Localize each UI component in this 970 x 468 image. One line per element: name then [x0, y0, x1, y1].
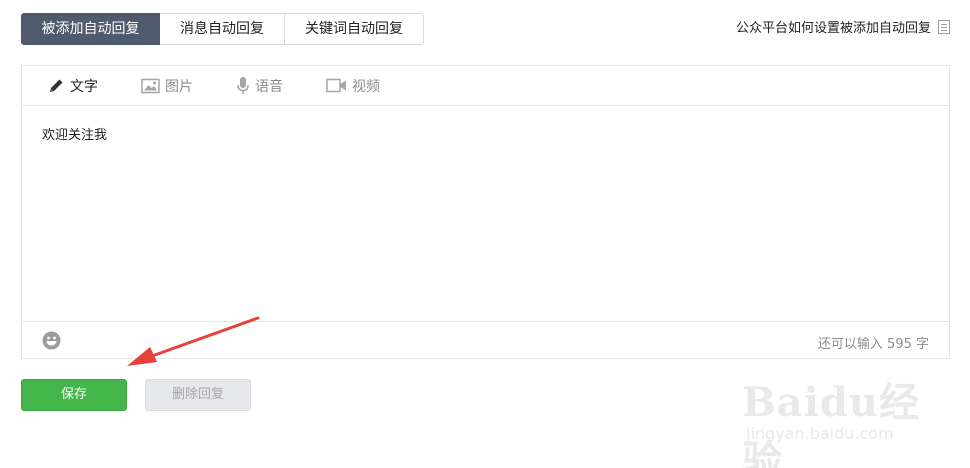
char-counter: 还可以输入 595 字	[817, 337, 929, 352]
tab-message-auto-reply[interactable]: 消息自动回复	[160, 13, 285, 45]
editor-footer: 还可以输入 595 字	[22, 321, 949, 358]
tab-keyword-auto-reply[interactable]: 关键词自动回复	[285, 13, 424, 45]
image-icon	[141, 78, 160, 93]
watermark-sub: jingyan.baidu.com	[746, 424, 894, 443]
reply-editor: 文字 图片 语音 视频 欢迎关注我 还可以输入 595 字	[21, 65, 950, 359]
delete-reply-button: 删除回复	[145, 379, 251, 411]
message-type-bar: 文字 图片 语音 视频	[22, 66, 949, 106]
type-text-label: 文字	[70, 78, 98, 95]
type-image[interactable]: 图片	[141, 76, 193, 96]
type-voice[interactable]: 语音	[236, 76, 283, 96]
document-icon	[938, 19, 950, 34]
microphone-icon	[237, 77, 249, 94]
type-voice-label: 语音	[255, 78, 283, 95]
emoji-icon[interactable]	[42, 331, 61, 350]
save-button[interactable]: 保存	[21, 379, 127, 411]
tab-added-auto-reply[interactable]: 被添加自动回复	[21, 13, 160, 45]
reply-content[interactable]: 欢迎关注我	[42, 124, 107, 143]
reply-type-tabs: 被添加自动回复 消息自动回复 关键词自动回复	[21, 13, 424, 45]
type-image-label: 图片	[165, 78, 193, 95]
type-text[interactable]: 文字	[48, 76, 98, 96]
type-video-label: 视频	[352, 78, 380, 95]
type-video[interactable]: 视频	[326, 76, 380, 96]
video-icon	[326, 78, 346, 93]
pencil-icon	[50, 79, 63, 92]
watermark-main: Baidu经验	[742, 379, 920, 468]
baidu-watermark: Baidu经验 jingyan.baidu.com	[742, 360, 952, 468]
help-link-label: 公众平台如何设置被添加自动回复	[735, 21, 931, 36]
help-link[interactable]: 公众平台如何设置被添加自动回复	[736, 17, 950, 36]
